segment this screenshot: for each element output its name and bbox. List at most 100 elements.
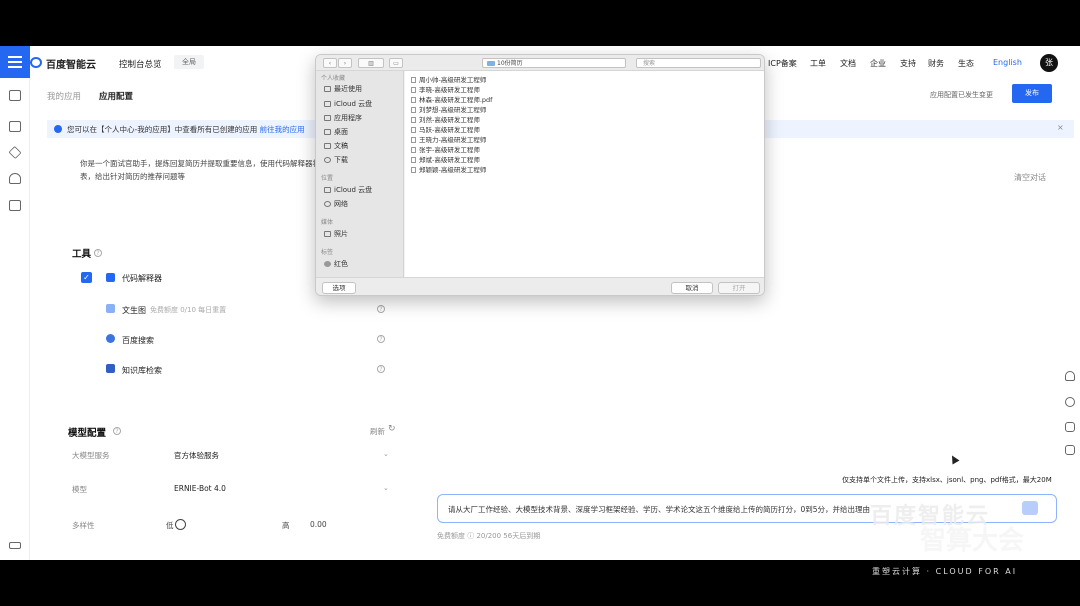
breadcrumb-my-apps[interactable]: 我的应用: [47, 90, 81, 102]
model-select[interactable]: ERNIE-Bot 4.0: [174, 484, 226, 493]
list-item[interactable]: 马跃-高级研发工程师: [411, 124, 480, 134]
chevron-down-icon[interactable]: ⌄: [383, 484, 389, 492]
list-item[interactable]: 李晓-高级研发工程师: [411, 84, 480, 94]
help-icon[interactable]: ?: [377, 305, 385, 313]
notice-link[interactable]: 前往我的应用: [260, 125, 305, 134]
user-icon[interactable]: [9, 173, 21, 184]
diversity-high: 高: [282, 521, 290, 530]
help-icon[interactable]: ?: [377, 365, 385, 373]
image-icon: [106, 304, 115, 313]
diversity-low: 低: [166, 521, 174, 530]
mouse-cursor: [948, 453, 960, 465]
avatar[interactable]: 张: [1040, 54, 1058, 72]
quota-info: 免费额度 ⓘ 20/200 56天后到期: [437, 532, 541, 540]
sidebar-item-downloads[interactable]: 下载: [324, 155, 348, 165]
help-icon[interactable]: ?: [113, 427, 121, 435]
nav-icp[interactable]: ICP备案: [768, 58, 797, 69]
view-mode-icon[interactable]: ▥: [358, 58, 384, 68]
model-label: 模型: [72, 485, 87, 494]
cancel-button[interactable]: 取消: [671, 282, 713, 294]
sidebar-item-recents[interactable]: 最近使用: [324, 84, 362, 94]
sidebar-item-desktop[interactable]: 桌面: [324, 127, 348, 137]
phone-icon[interactable]: [1065, 422, 1075, 432]
breadcrumb-current: 应用配置: [99, 92, 134, 102]
refresh-icon[interactable]: ↻: [388, 424, 396, 434]
diversity-slider-handle[interactable]: [175, 519, 186, 530]
dialog-footer: 选项 取消 打开: [316, 277, 764, 295]
help-icon[interactable]: ?: [94, 249, 102, 257]
help-circle-icon[interactable]: [1065, 397, 1075, 407]
watermark-line3: 重塑云计算 · CLOUD FOR AI: [872, 567, 1018, 576]
clear-chat-button[interactable]: 清空对话: [1014, 172, 1046, 183]
folder-name: 10份简历: [497, 60, 523, 67]
chat-icon[interactable]: [9, 200, 21, 211]
list-item[interactable]: 郑斌-高级研发工程师: [411, 154, 480, 164]
close-icon[interactable]: ×: [1057, 123, 1064, 132]
sidebar-item-network[interactable]: 网络: [324, 199, 348, 209]
list-item[interactable]: 刘梦想-高级研发工程师: [411, 104, 486, 114]
region-selector[interactable]: 全局: [174, 55, 204, 69]
list-item[interactable]: 王晓力-高级研发工程师: [411, 134, 486, 144]
diversity-label: 多样性: [72, 521, 95, 530]
qrcode-icon[interactable]: [1065, 445, 1075, 455]
nav-language[interactable]: English: [993, 58, 1022, 67]
model-config-title: 模型配置: [68, 428, 107, 439]
code-icon: [106, 273, 115, 282]
collapse-icon[interactable]: [9, 542, 21, 549]
service-label: 大模型服务: [72, 451, 110, 460]
baidu-cloud-logo-icon: [30, 57, 42, 68]
info-icon: [54, 125, 62, 133]
new-folder-icon[interactable]: ▭: [389, 58, 403, 68]
sidebar-item-documents[interactable]: 文稿: [324, 141, 348, 151]
sidebar-item-icloud[interactable]: iCloud 云盘: [324, 99, 372, 109]
forward-icon[interactable]: ›: [338, 58, 352, 68]
section-tags: 标签: [321, 249, 334, 256]
list-item[interactable]: 张宇-高级研发工程师: [411, 144, 480, 154]
menu-icon[interactable]: [0, 46, 30, 78]
dialog-sidebar: 个人收藏 最近使用 iCloud 云盘 应用程序 桌面 文稿 下载 位置 iCl…: [316, 71, 404, 277]
nav-finance[interactable]: 财务: [928, 58, 944, 69]
section-locations: 位置: [321, 175, 334, 182]
knowledge-base-icon: [106, 364, 115, 373]
upload-tip: 仅支持单个文件上传，支持xlsx、jsonl、png、pdf格式，最大20M: [842, 476, 1052, 484]
sidebar-item-red-tag[interactable]: 红色: [324, 259, 348, 269]
folder-selector[interactable]: 10份简历: [482, 58, 626, 68]
diversity-value[interactable]: 0.00: [310, 520, 327, 529]
heart-icon[interactable]: [1065, 371, 1075, 381]
console-overview-link[interactable]: 控制台总览: [119, 58, 162, 70]
refresh-button[interactable]: 刷新: [370, 426, 385, 437]
notice-message: 您可以在【个人中心-我的应用】中查看所有已创建的应用: [67, 125, 258, 134]
publish-button[interactable]: 发布: [1012, 84, 1052, 103]
app-description-line2: 表，给出针对简历的推荐问题等: [80, 172, 185, 181]
nav-enterprise[interactable]: 企业: [870, 58, 886, 69]
logo-text[interactable]: 百度智能云: [46, 56, 96, 71]
list-item[interactable]: 郑颖颖-高级研发工程师: [411, 164, 486, 174]
nav-ticket[interactable]: 工单: [810, 58, 826, 69]
service-select[interactable]: 官方体验服务: [174, 450, 219, 461]
sidebar-item-icloud-drive[interactable]: iCloud 云盘: [324, 185, 372, 195]
section-favorites: 个人收藏: [321, 75, 346, 82]
layers-icon[interactable]: [8, 145, 22, 160]
watermark-line2: 智算大会: [920, 526, 1025, 556]
back-icon[interactable]: ‹: [323, 58, 337, 68]
tool-label-code: 代码解释器: [122, 274, 162, 283]
list-item[interactable]: 林森-高级研发工程师.pdf: [411, 94, 492, 104]
file-open-dialog: ‹ › ▥ ▭ 10份简历 搜索 个人收藏 最近使用 iCloud 云盘 应用程…: [315, 54, 765, 296]
nav-ecosystem[interactable]: 生态: [958, 58, 974, 69]
nav-support[interactable]: 支持: [900, 58, 916, 69]
sidebar-item-applications[interactable]: 应用程序: [324, 113, 362, 123]
dialog-search-input[interactable]: 搜索: [636, 58, 761, 68]
list-item[interactable]: 刘然-高级研发工程师: [411, 114, 480, 124]
options-button[interactable]: 选项: [322, 282, 356, 294]
nav-docs[interactable]: 文档: [840, 58, 856, 69]
monitor-icon[interactable]: [9, 90, 21, 101]
grid-icon[interactable]: [9, 121, 21, 132]
help-icon[interactable]: ?: [377, 335, 385, 343]
chevron-down-icon[interactable]: ⌄: [383, 450, 389, 458]
tool-label-search: 百度搜索: [122, 336, 154, 345]
sidebar-item-photos[interactable]: 照片: [324, 229, 348, 239]
list-item[interactable]: 周小帅-高级研发工程师: [411, 74, 486, 84]
code-interpreter-checkbox[interactable]: ✓: [81, 272, 92, 283]
open-button[interactable]: 打开: [718, 282, 760, 294]
send-icon[interactable]: [1022, 501, 1038, 515]
